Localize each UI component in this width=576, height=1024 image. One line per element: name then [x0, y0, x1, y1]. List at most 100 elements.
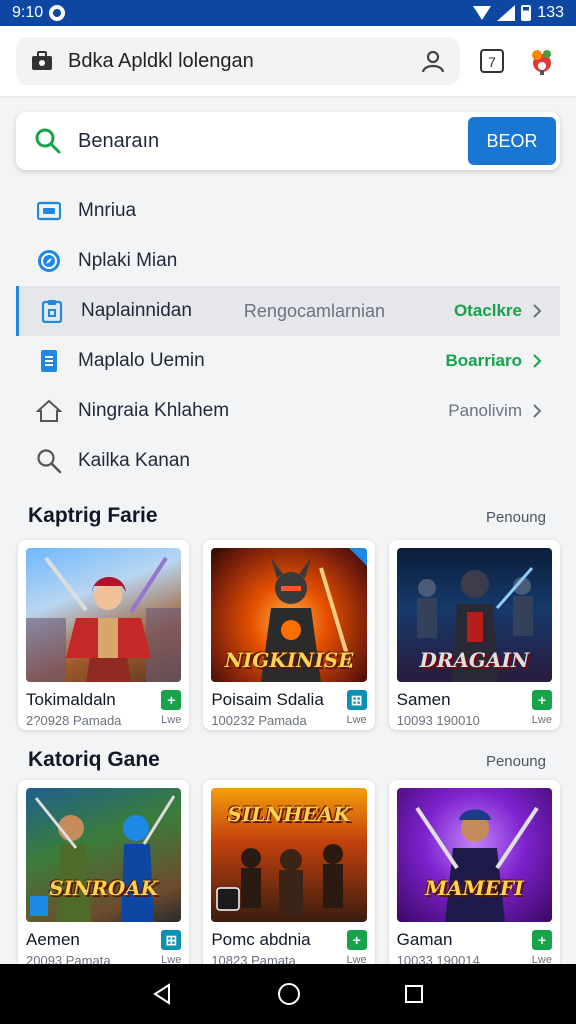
- game-card[interactable]: SILNHEAK Pomc abdnia 10823 Pamata + Lwe: [203, 780, 375, 970]
- chevron-right-icon: [533, 354, 542, 368]
- game-art: NIGKINISE: [211, 548, 367, 682]
- search-icon: [35, 128, 61, 154]
- chevron-right-icon: [533, 304, 542, 318]
- menu-item-label: Naplainnidan: [81, 300, 192, 321]
- app-title: Bdka Apldkl lolengan: [68, 49, 254, 72]
- add-badge-icon[interactable]: +: [161, 690, 182, 710]
- menu-item-label: Kailka Kanan: [78, 450, 190, 471]
- back-icon[interactable]: [151, 982, 175, 1006]
- card-footer: Samen 10093 190010 + Lwe: [397, 682, 552, 728]
- menu-item-right-label: Otaclkre: [453, 301, 522, 320]
- game-card[interactable]: NIGKINISE Poisaim Sdalia 100232 Pamada ⊞…: [203, 540, 375, 730]
- battery-icon: [521, 5, 532, 21]
- add-badge-icon[interactable]: +: [346, 930, 367, 950]
- card-title: Pomc abdnia: [211, 930, 311, 949]
- card-footer: Tokimaldaln 2?0928 Pamada + Lwe: [26, 682, 182, 728]
- home-icon: [36, 398, 62, 424]
- card-meta: 100232 Pamada: [211, 713, 307, 728]
- calendar-icon: 7: [480, 49, 504, 73]
- menu-item-right: Panolivim: [448, 401, 542, 421]
- card-meta: 10093 190010: [396, 713, 480, 728]
- user-icon[interactable]: [420, 48, 446, 74]
- game-art-title: MAMEFI: [425, 876, 524, 900]
- status-bar: 9:10 133: [0, 0, 576, 26]
- profile-button[interactable]: [524, 43, 560, 79]
- card-right: + Lwe: [532, 930, 552, 966]
- home-circle-icon[interactable]: [276, 981, 302, 1007]
- card-row-1: Tokimaldaln 2?0928 Pamada + Lwe NIGKINIS…: [18, 540, 560, 730]
- status-time: 9:10: [12, 4, 44, 21]
- menu-item-2[interactable]: Naplainnidan Rengocamlarnian Otaclkre: [16, 286, 560, 336]
- menu-item-4[interactable]: Ningraia Khlahem Panolivim: [16, 386, 560, 436]
- menu-item-5[interactable]: Kailka Kanan: [16, 436, 560, 486]
- section-title: Katoriq Gane: [28, 748, 160, 771]
- wallet-icon: [36, 198, 62, 224]
- grid-badge-icon[interactable]: ⊞: [161, 930, 182, 950]
- app-bar-field[interactable]: Bdka Apldkl lolengan: [16, 37, 460, 85]
- game-art-title: SINROAK: [49, 876, 159, 900]
- search-button[interactable]: BEOR: [468, 117, 556, 165]
- grid-badge-icon[interactable]: ⊞: [346, 690, 367, 710]
- menu-item-sub: Rengocamlarnian: [243, 300, 386, 321]
- card-right: + Lwe: [532, 690, 552, 726]
- status-left: 9:10: [12, 4, 66, 22]
- game-art-title: NIGKINISE: [224, 648, 354, 672]
- menu-item-label: Nplaki Mian: [78, 250, 178, 271]
- add-badge-icon[interactable]: +: [531, 930, 552, 950]
- game-art: MAMEFI: [396, 788, 552, 922]
- card-text: Samen 10093 190010: [397, 690, 480, 728]
- notification-icon: [49, 5, 66, 21]
- notifications-button[interactable]: 7: [474, 43, 510, 79]
- signal-icon: [497, 5, 516, 21]
- menu-item-1[interactable]: Nplaki Mian: [16, 236, 560, 286]
- game-art: SILNHEAK: [211, 788, 367, 922]
- card-footer: Pomc abdnia 10823 Pamata + Lwe: [211, 922, 367, 968]
- card-right: ⊞ Lwe: [346, 690, 367, 726]
- card-title: Tokimaldaln: [26, 690, 116, 709]
- card-right: + Lwe: [346, 930, 367, 966]
- card-right: + Lwe: [161, 690, 182, 726]
- game-art: [26, 548, 182, 682]
- card-title: Samen: [396, 690, 451, 709]
- game-art-title: DRAGAIN: [419, 648, 530, 672]
- menu-item-0[interactable]: Mnriua: [16, 186, 560, 236]
- card-footer: Poisaim Sdalia 100232 Pamada ⊞ Lwe: [211, 682, 367, 728]
- card-text: Pomc abdnia 10823 Pamata: [211, 930, 310, 968]
- card-text: Gaman 10033 190014: [397, 930, 480, 968]
- section-more-link[interactable]: Penoung: [486, 509, 546, 526]
- game-card[interactable]: MAMEFI Gaman 10033 190014 + Lwe: [388, 780, 560, 970]
- game-card[interactable]: SINROAK Aemen 20093 Pamata ⊞ Lwe: [18, 780, 190, 970]
- game-card[interactable]: DRAGAIN Samen 10093 190010 + Lwe: [388, 540, 560, 730]
- card-meta: 2?0928 Pamada: [26, 713, 122, 728]
- game-art: DRAGAIN: [396, 548, 552, 682]
- clipboard-icon: [39, 298, 65, 324]
- section-header-1: Kaptrig Farie Penoung: [28, 504, 546, 528]
- card-text: Aemen 20093 Pamata: [26, 930, 111, 968]
- search-bar[interactable]: Benaraın BEOR: [16, 112, 560, 170]
- menu-item-label: Ningraia Khlahem: [78, 400, 230, 421]
- menu-item-right: Boarriaro: [445, 351, 542, 371]
- menu-item-right-label: Panolivim: [448, 401, 522, 420]
- system-nav-bar: [0, 964, 576, 1024]
- card-title: Poisaim Sdalia: [211, 690, 324, 709]
- card-footer: Gaman 10033 190014 + Lwe: [397, 922, 552, 968]
- notification-count: 7: [488, 54, 496, 70]
- search-input[interactable]: Benaraın: [78, 130, 452, 153]
- game-card[interactable]: Tokimaldaln 2?0928 Pamada + Lwe: [18, 540, 190, 730]
- search-icon: [36, 448, 62, 474]
- briefcase-icon: [32, 51, 52, 70]
- live-label: Lwe: [346, 714, 367, 726]
- add-badge-icon[interactable]: +: [531, 690, 552, 710]
- menu-item-label: Mnriua: [78, 200, 137, 221]
- live-label: Lwe: [531, 714, 552, 726]
- menu-item-3[interactable]: Maplalo Uemin Boarriaro: [16, 336, 560, 386]
- section-more-link[interactable]: Penoung: [486, 753, 546, 770]
- card-footer: Aemen 20093 Pamata ⊞ Lwe: [26, 922, 182, 968]
- status-right: 133: [473, 4, 564, 22]
- app-bar: Bdka Apldkl lolengan 7: [0, 26, 576, 96]
- card-text: Tokimaldaln 2?0928 Pamada: [26, 690, 121, 728]
- card-right: ⊞ Lwe: [161, 930, 182, 966]
- recents-icon[interactable]: [403, 983, 425, 1005]
- menu-item-label: Maplalo Uemin: [78, 350, 205, 371]
- game-art: SINROAK: [26, 788, 182, 922]
